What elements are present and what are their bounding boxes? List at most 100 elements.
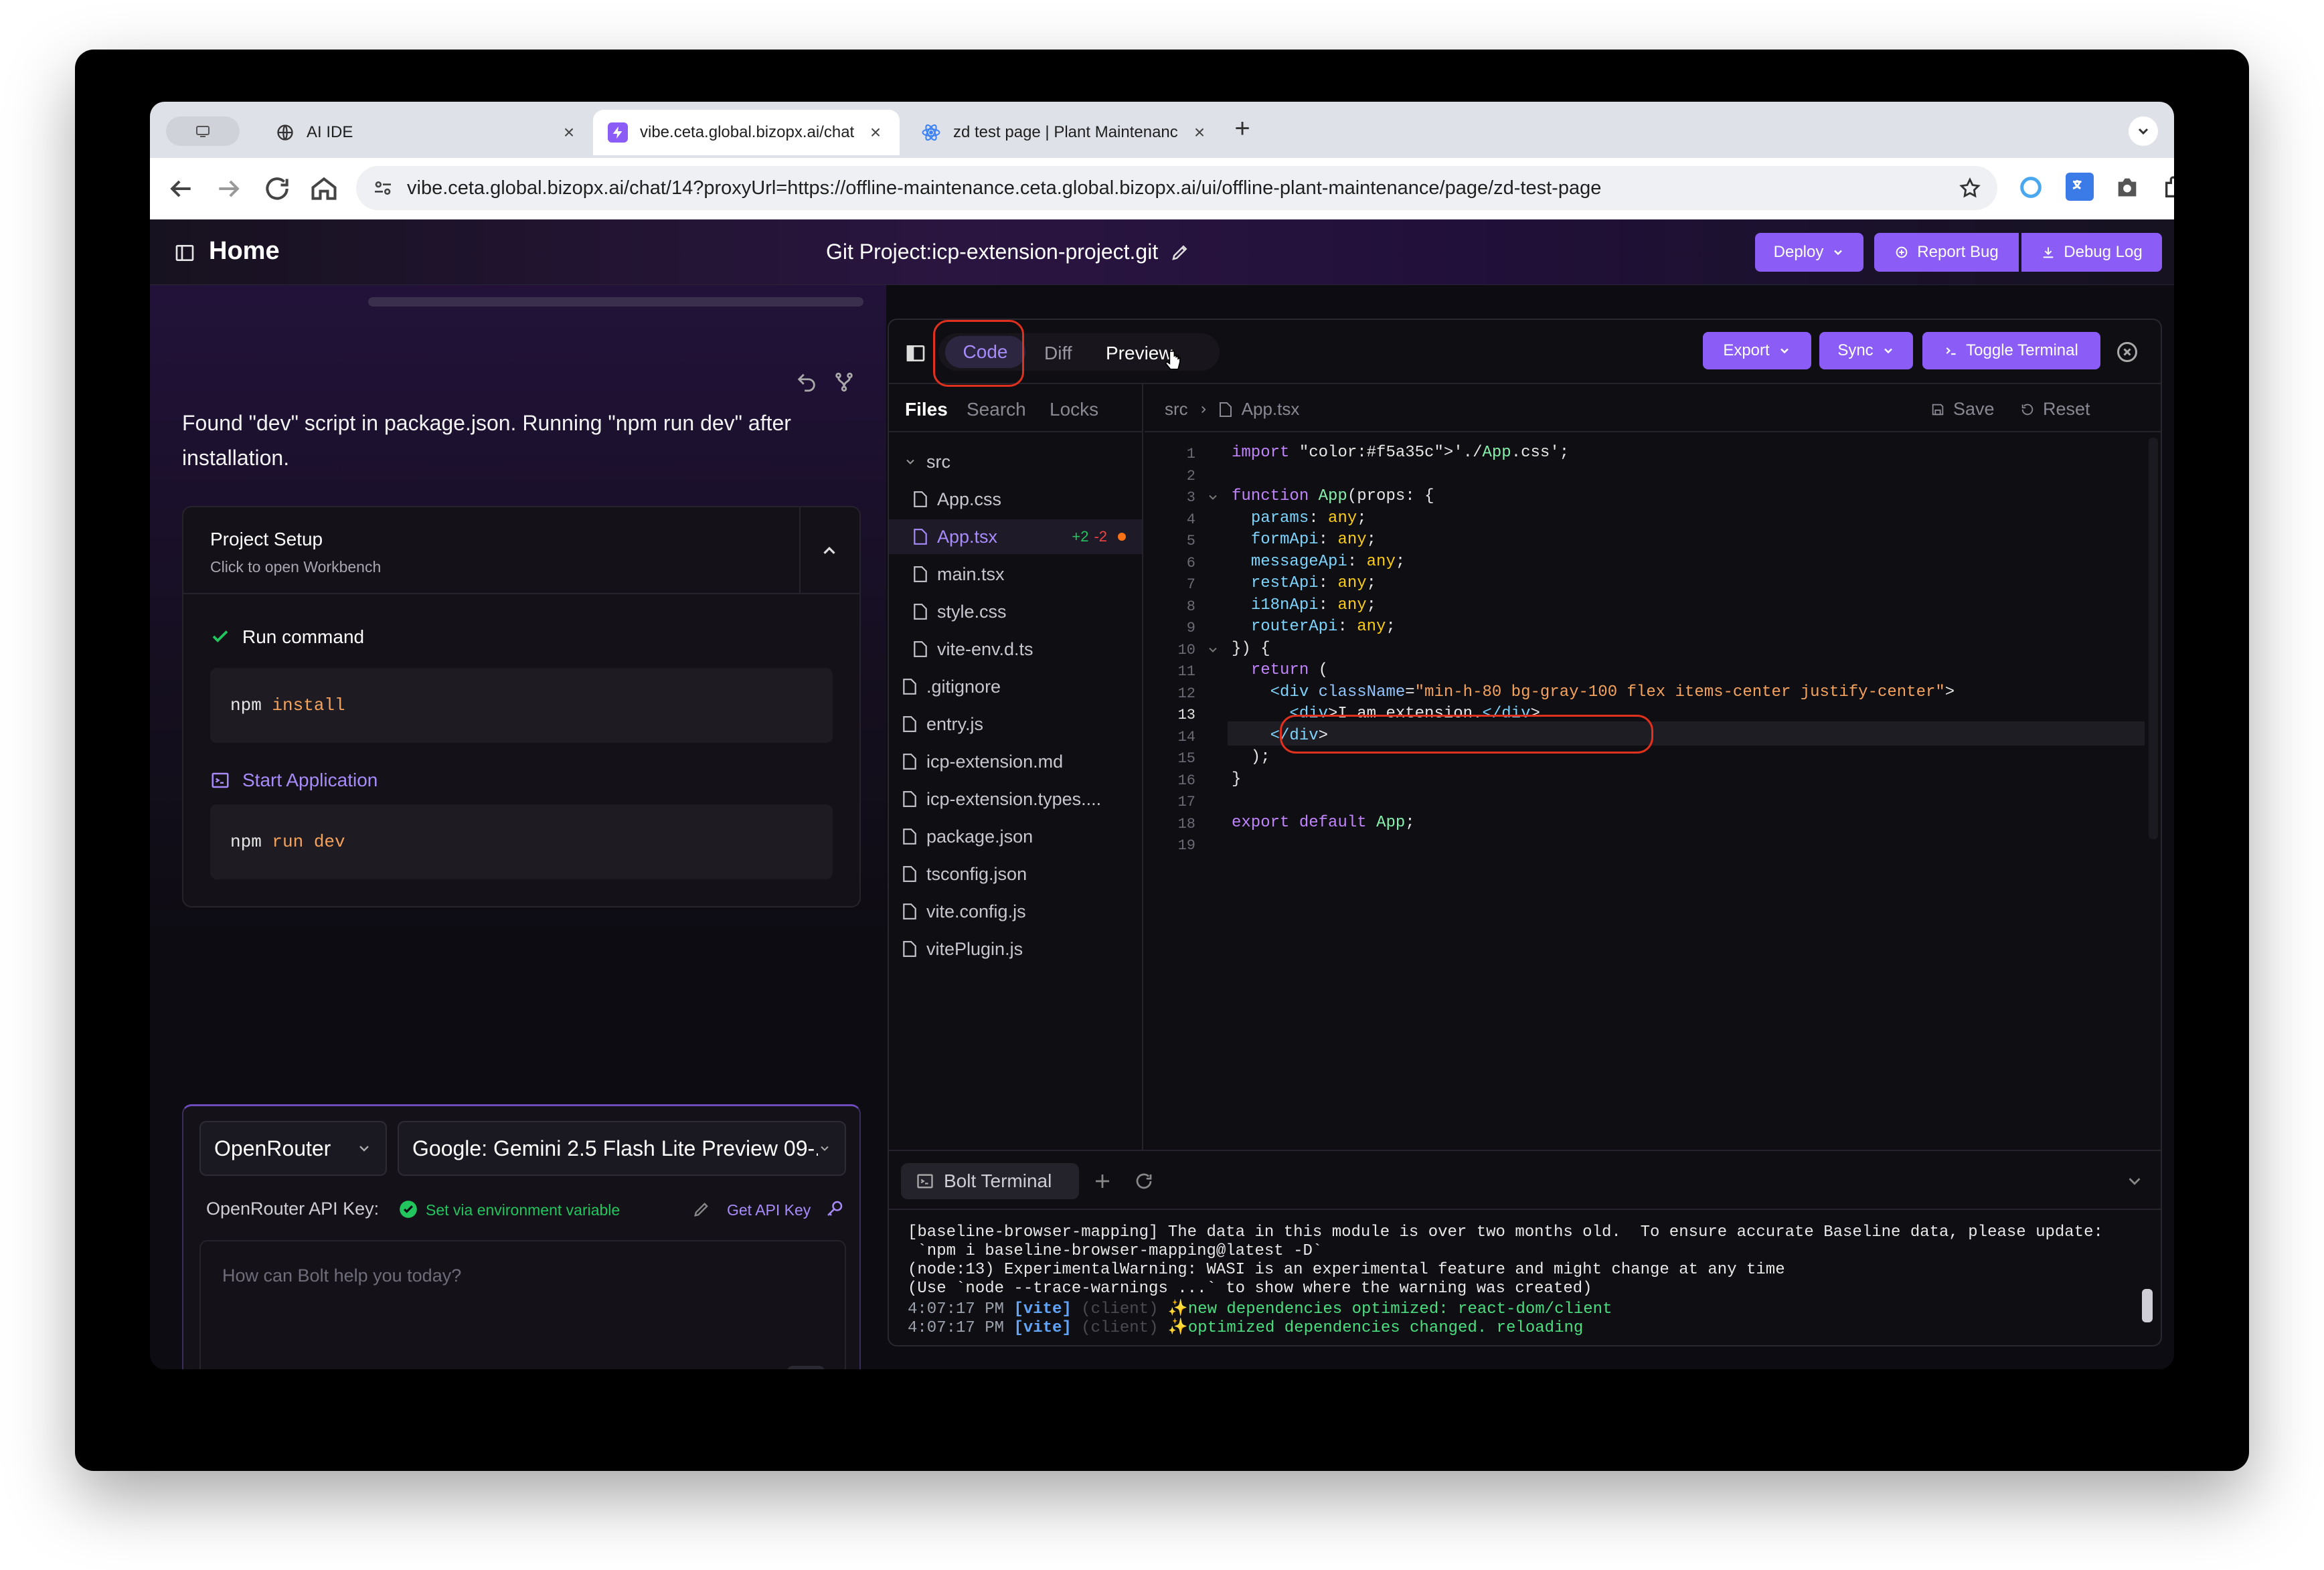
file-item[interactable]: main.tsx	[889, 557, 1142, 592]
code-line[interactable]: restApi: any;	[1232, 574, 1376, 592]
edit-pencil-icon[interactable]	[1170, 242, 1190, 262]
start-application-label[interactable]: Start Application	[242, 770, 378, 791]
browser-window: AI IDE × vibe.ceta.global.bizopx.ai/chat…	[150, 102, 2174, 1369]
terminal-title: Bolt Terminal	[944, 1170, 1052, 1191]
site-settings-icon[interactable]	[372, 177, 394, 199]
translate-icon[interactable]	[2066, 173, 2094, 201]
app-root: Home Git Project:icp-extension-project.g…	[150, 220, 2174, 1369]
file-item[interactable]: icp-extension.md	[902, 744, 1141, 779]
fork-icon[interactable]	[833, 371, 855, 394]
close-tab-icon[interactable]: ×	[866, 122, 885, 143]
code-line[interactable]: }	[1232, 770, 1241, 788]
fold-chevron-icon[interactable]	[1206, 491, 1220, 504]
report-bug-button[interactable]: Report Bug	[1874, 233, 2019, 272]
file-item[interactable]: vitePlugin.js	[902, 932, 1141, 966]
file-item[interactable]: App.css	[889, 482, 1142, 517]
code-line[interactable]: routerApi: any;	[1232, 618, 1396, 636]
tab-search[interactable]: Search	[967, 399, 1026, 420]
prompt-panel: OpenRouter Google: Gemini 2.5 Flash Lite…	[182, 1104, 861, 1369]
get-api-key-link[interactable]: Get API Key	[727, 1201, 811, 1219]
close-circle-icon[interactable]	[2115, 340, 2139, 364]
forward-icon[interactable]	[214, 174, 244, 203]
edit-pencil-icon[interactable]	[692, 1200, 711, 1219]
tab-files[interactable]: Files	[905, 399, 948, 420]
panel-toggle-icon[interactable]	[905, 343, 926, 364]
folder-src[interactable]: src	[904, 444, 950, 479]
project-setup-header[interactable]: Project Setup Click to open Workbench	[183, 507, 859, 594]
code-line[interactable]: function App(props: {	[1232, 487, 1434, 505]
tab-preview[interactable]: Preview	[1106, 343, 1173, 364]
new-tab-button[interactable]: +	[1229, 114, 1256, 147]
chevron-down-icon	[818, 1142, 831, 1155]
tab-list-chevron-icon[interactable]	[2129, 116, 2158, 146]
bolt-terminal-tab[interactable]: Bolt Terminal	[901, 1163, 1079, 1199]
code-line[interactable]: <div className="min-h-80 bg-gray-100 fle…	[1232, 683, 1955, 701]
code-line[interactable]: formApi: any;	[1232, 531, 1376, 549]
chevron-up-icon[interactable]	[819, 541, 839, 561]
file-name: vitePlugin.js	[926, 938, 1023, 959]
extensions-puzzle-icon[interactable]	[2162, 174, 2174, 201]
breadcrumb-file[interactable]: App.tsx	[1242, 399, 1300, 420]
log-context: (client)	[1081, 1319, 1159, 1337]
file-item[interactable]: vite-env.d.ts	[889, 632, 1142, 667]
restart-terminal-icon[interactable]	[1134, 1171, 1154, 1191]
prompt-textarea[interactable]: How can Bolt help you today?	[199, 1240, 846, 1369]
diff-removed-count: -2	[1094, 528, 1107, 545]
provider-select[interactable]: OpenRouter	[199, 1121, 387, 1176]
code-line[interactable]: params: any;	[1232, 509, 1367, 527]
terminal-scrollbar[interactable]	[2142, 1289, 2153, 1322]
file-item[interactable]: tsconfig.json	[902, 857, 1141, 891]
reload-icon[interactable]	[262, 174, 292, 203]
line-number: 14	[1177, 728, 1195, 746]
close-tab-icon[interactable]: ×	[1190, 122, 1209, 143]
tab-diff[interactable]: Diff	[1044, 343, 1072, 364]
file-item[interactable]: style.css	[889, 594, 1142, 629]
reset-button[interactable]: Reset	[2020, 399, 2090, 420]
close-tab-icon[interactable]: ×	[560, 122, 578, 143]
file-name: tsconfig.json	[926, 863, 1027, 884]
code-line[interactable]: );	[1232, 748, 1270, 766]
sync-button[interactable]: Sync	[1819, 332, 1913, 369]
add-terminal-icon[interactable]	[1092, 1171, 1112, 1191]
code-line[interactable]: }) {	[1232, 640, 1270, 658]
file-icon	[913, 603, 928, 620]
deploy-button[interactable]: Deploy	[1755, 233, 1863, 272]
reset-icon	[2020, 402, 2035, 417]
home-title[interactable]: Home	[209, 237, 280, 266]
undo-icon[interactable]	[795, 371, 818, 394]
tab-ai-ide[interactable]: AI IDE ×	[261, 110, 593, 155]
file-item[interactable]: App.tsx +2 -2	[889, 519, 1142, 554]
home-icon[interactable]	[309, 174, 339, 203]
tab-zd-test-page[interactable]: zd test page | Plant Maintenance ×	[906, 110, 1224, 155]
export-button[interactable]: Export	[1703, 332, 1811, 369]
extension-circle-icon[interactable]	[2017, 174, 2044, 201]
save-button[interactable]: Save	[1930, 399, 1995, 420]
file-item[interactable]: entry.js	[902, 707, 1141, 742]
tab-locks[interactable]: Locks	[1050, 399, 1098, 420]
file-icon	[902, 828, 917, 845]
code-line[interactable]: import "color:#f5a35c">'./App.css';	[1232, 444, 1569, 462]
file-item[interactable]: vite.config.js	[902, 894, 1141, 929]
file-item[interactable]: .gitignore	[902, 669, 1141, 704]
send-bolt-icon[interactable]	[787, 1366, 825, 1369]
address-bar[interactable]: vibe.ceta.global.bizopx.ai/chat/14?proxy…	[356, 166, 1997, 210]
tab-search-icon[interactable]	[166, 116, 240, 146]
sidebar-toggle-icon[interactable]	[174, 242, 195, 264]
code-line[interactable]: messageApi: any;	[1232, 553, 1405, 571]
bookmark-star-icon[interactable]	[1959, 177, 1981, 199]
file-item[interactable]: icp-extension.types....	[902, 782, 1141, 816]
code-line[interactable]: return (	[1232, 661, 1328, 679]
code-line[interactable]: i18nApi: any;	[1232, 596, 1376, 614]
back-icon[interactable]	[166, 174, 195, 203]
toggle-terminal-button[interactable]: Toggle Terminal	[1922, 332, 2100, 369]
debug-log-button[interactable]: Debug Log	[2021, 233, 2162, 272]
tab-vibe-chat[interactable]: vibe.ceta.global.bizopx.ai/chat ×	[593, 110, 900, 155]
model-select[interactable]: Google: Gemini 2.5 Flash Lite Preview 09…	[398, 1121, 846, 1176]
line-number: 13	[1177, 707, 1195, 723]
file-item[interactable]: package.json	[902, 819, 1141, 854]
chevron-down-icon[interactable]	[2125, 1171, 2145, 1191]
fold-chevron-icon[interactable]	[1206, 643, 1220, 657]
breadcrumb-folder[interactable]: src	[1165, 399, 1188, 420]
code-line[interactable]: export default App;	[1232, 814, 1415, 832]
camera-icon[interactable]	[2114, 174, 2141, 201]
